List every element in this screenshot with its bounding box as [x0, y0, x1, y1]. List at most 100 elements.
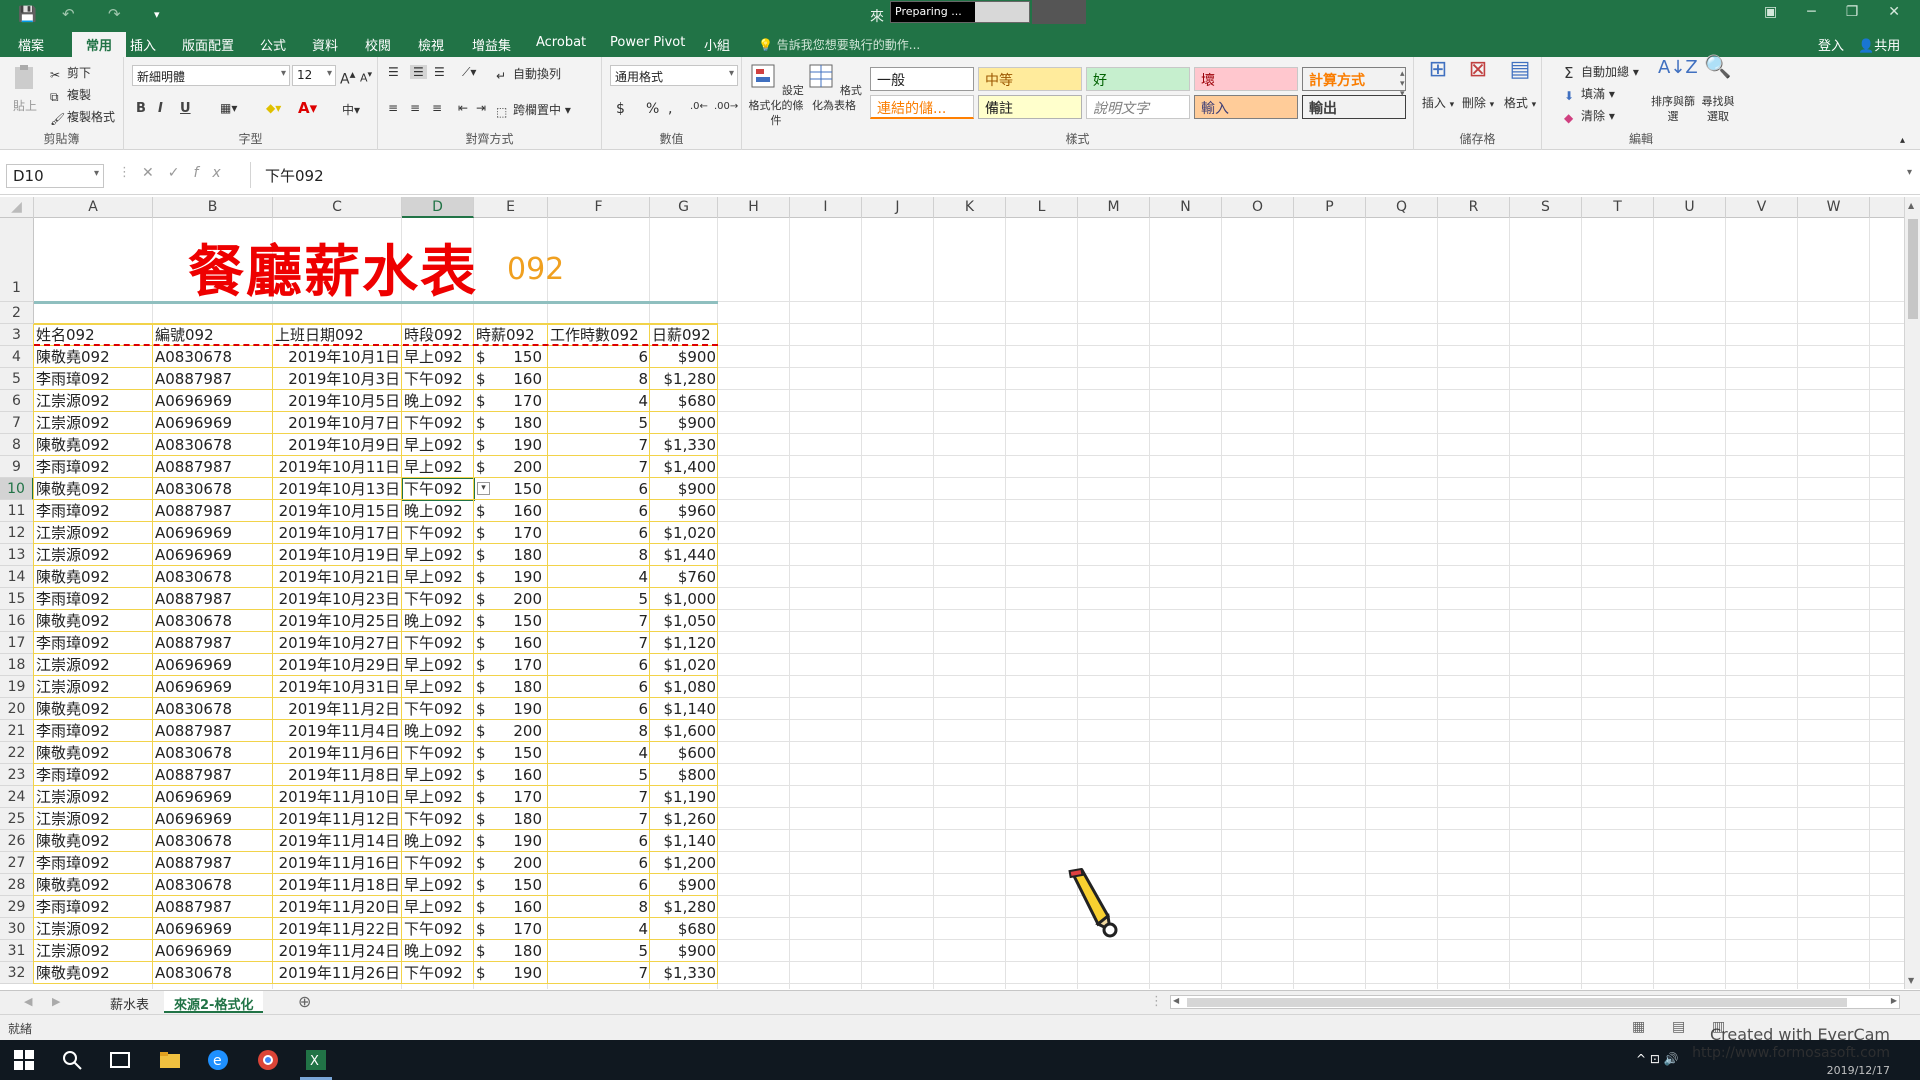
cell-daily-pay[interactable]: $1,330 [652, 434, 717, 456]
column-header-t[interactable]: T [1582, 197, 1654, 218]
page-layout-icon[interactable]: ▤ [1672, 1019, 1685, 1035]
cell-rate[interactable]: 180 [476, 676, 546, 698]
phonetic-icon[interactable]: 中▾ [342, 101, 360, 118]
cell-rate[interactable]: 180 [476, 808, 546, 830]
expand-formula-icon[interactable]: ▾ [1907, 167, 1912, 178]
tab-acrobat[interactable]: Acrobat [536, 35, 586, 50]
row-header-4[interactable]: 4 [0, 346, 34, 368]
close-icon[interactable]: ✕ [1888, 4, 1900, 20]
cell-daily-pay[interactable]: $1,440 [652, 544, 717, 566]
formula-input[interactable]: 下午092 [250, 162, 1910, 188]
cell-date[interactable]: 2019年10月31日 [275, 676, 400, 698]
tab-data[interactable]: 資料 [312, 35, 338, 54]
cell-rate[interactable]: 190 [476, 566, 546, 588]
cell-daily-pay[interactable]: $1,080 [652, 676, 717, 698]
restore-icon[interactable]: ❐ [1846, 4, 1859, 20]
cell-shift[interactable]: 早上092 [404, 654, 472, 676]
row-header-9[interactable]: 9 [0, 456, 34, 478]
cell-hours[interactable]: 8 [550, 896, 648, 918]
cell-daily-pay[interactable]: $1,020 [652, 654, 717, 676]
row-header-28[interactable]: 28 [0, 874, 34, 896]
cell-shift[interactable]: 下午092 [404, 478, 472, 500]
style-normal[interactable]: 一般 [870, 67, 974, 91]
cell-shift[interactable]: 下午092 [404, 632, 472, 654]
tab-page-layout[interactable]: 版面配置 [182, 35, 234, 54]
cell-id[interactable]: A0830678 [155, 698, 271, 720]
cell-rate[interactable]: 150 [476, 346, 546, 368]
vertical-scrollbar[interactable]: ▲ ▼ [1904, 197, 1920, 989]
align-middle-icon[interactable]: ☰ [410, 65, 427, 79]
cell-hours[interactable]: 6 [550, 346, 648, 368]
scroll-left-icon[interactable]: ◀ [1173, 996, 1179, 1005]
style-calculation[interactable]: 計算方式 [1302, 67, 1406, 91]
decrease-decimal-icon[interactable]: .00→ [714, 101, 738, 112]
cell-daily-pay[interactable]: $960 [652, 500, 716, 522]
cell-shift[interactable]: 下午092 [404, 808, 472, 830]
style-input[interactable]: 輸入 [1194, 95, 1298, 119]
row-header-26[interactable]: 26 [0, 830, 34, 852]
task-view-icon[interactable] [108, 1048, 132, 1072]
sheet-tab-salary[interactable]: 薪水表 [100, 991, 159, 1013]
cell-rate[interactable]: 170 [476, 654, 546, 676]
cell-name[interactable]: 陳敬堯092 [36, 478, 151, 500]
file-explorer-icon[interactable] [158, 1048, 182, 1072]
cell-hours[interactable]: 6 [550, 852, 648, 874]
cell-rate[interactable]: 160 [476, 368, 546, 390]
cell-date[interactable]: 2019年10月3日 [275, 368, 400, 390]
signin-link[interactable]: 登入 [1818, 35, 1844, 54]
cell-id[interactable]: A0696969 [155, 412, 271, 434]
column-header-v[interactable]: V [1726, 197, 1798, 218]
currency-button[interactable]: $ [616, 101, 625, 117]
cell-date[interactable]: 2019年11月8日 [275, 764, 400, 786]
cell-name[interactable]: 李雨璋092 [36, 368, 151, 390]
cell-shift[interactable]: 早上092 [404, 346, 472, 368]
conditional-format-button[interactable]: 設定格式化的條件 [748, 61, 804, 128]
orientation-icon[interactable]: ⟋▾ [462, 65, 476, 80]
find-select-button[interactable]: 🔍 尋找與選取 [1698, 57, 1738, 124]
normal-view-icon[interactable]: ▦ [1632, 1019, 1645, 1035]
worksheet-grid[interactable]: ◢ ABCDEFGHIJKLMNOPQRSTUVW 1 2 3 4 5 6 7 8 9 10 11 1… [0, 197, 1904, 989]
cell-name[interactable]: 陳敬堯092 [36, 962, 151, 984]
cell-date[interactable]: 2019年10月11日 [275, 456, 400, 478]
row-header-5[interactable]: 5 [0, 368, 34, 390]
row-header-15[interactable]: 15 [0, 588, 34, 610]
chrome-icon[interactable] [256, 1048, 280, 1072]
cell-id[interactable]: A0830678 [155, 742, 271, 764]
vertical-scroll-thumb[interactable] [1908, 219, 1918, 319]
search-icon[interactable] [60, 1048, 84, 1072]
fill-button[interactable]: ⬇ 填滿 ▾ [1564, 85, 1615, 103]
cell-id[interactable]: A0830678 [155, 566, 271, 588]
cell-rate[interactable]: 200 [476, 588, 546, 610]
undo-icon[interactable]: ↶ [62, 5, 75, 23]
row-header-31[interactable]: 31 [0, 940, 34, 962]
cell-id[interactable]: A0696969 [155, 808, 271, 830]
cell-date[interactable]: 2019年11月10日 [275, 786, 400, 808]
cell-date[interactable]: 2019年11月12日 [275, 808, 400, 830]
cell-id[interactable]: A0830678 [155, 830, 271, 852]
cell-name[interactable]: 李雨璋092 [36, 896, 151, 918]
cell-id[interactable]: A0696969 [155, 544, 271, 566]
tray-icons[interactable]: ^ ⊡ 🔊 [1636, 1052, 1679, 1066]
cell-shift[interactable]: 早上092 [404, 434, 472, 456]
row-header-32[interactable]: 32 [0, 962, 34, 984]
cell-name[interactable]: 江崇源092 [36, 412, 151, 434]
cell-name[interactable]: 陳敬堯092 [36, 874, 151, 896]
cell-hours[interactable]: 4 [550, 566, 648, 588]
row-header-25[interactable]: 25 [0, 808, 34, 830]
style-note[interactable]: 備註 [978, 95, 1082, 119]
paste-button[interactable]: 貼上 [6, 63, 44, 113]
copy-button[interactable]: ⧉ 複製 [50, 86, 91, 104]
cell-shift[interactable]: 晚上092 [404, 940, 472, 962]
cell-date[interactable]: 2019年10月25日 [275, 610, 400, 632]
cell-name[interactable]: 李雨璋092 [36, 852, 151, 874]
header-shift[interactable]: 時段092 [404, 324, 472, 346]
column-header-d[interactable]: D [402, 197, 474, 218]
cell-rate[interactable]: 160 [476, 764, 546, 786]
cell-id[interactable]: A0887987 [155, 720, 271, 742]
header-daily-pay[interactable]: 日薪092 [652, 324, 716, 346]
cell-name[interactable]: 李雨璋092 [36, 456, 151, 478]
cell-name[interactable]: 江崇源092 [36, 786, 151, 808]
comma-button[interactable]: , [668, 101, 672, 117]
cell-name[interactable]: 陳敬堯092 [36, 830, 151, 852]
cut-button[interactable]: ✂ 剪下 [50, 64, 91, 82]
